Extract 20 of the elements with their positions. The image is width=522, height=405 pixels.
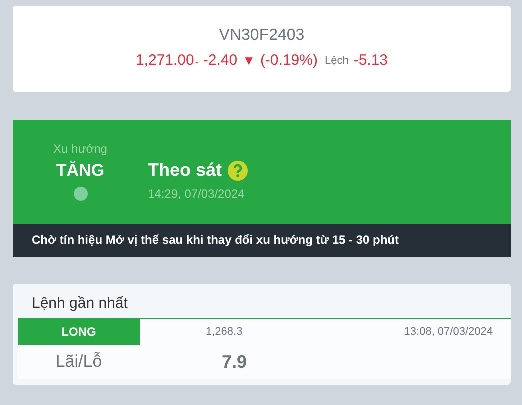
order-time: 13:08, 07/03/2024 bbox=[404, 326, 493, 338]
symbol-title: VN30F2403 bbox=[219, 27, 305, 45]
percent-value: (-0.19%) bbox=[260, 52, 318, 69]
status-time: 14:29, 07/03/2024 bbox=[148, 187, 246, 201]
section-title: Lệnh gần nhất bbox=[31, 294, 129, 314]
side-badge: LONG bbox=[18, 319, 140, 345]
trend-value: TĂNG bbox=[56, 161, 105, 181]
basis-label: Lệch bbox=[324, 54, 349, 66]
price-value: 1,271.00- bbox=[136, 52, 198, 69]
change-value: -2.40 bbox=[203, 52, 238, 69]
basis-value: -5.13 bbox=[354, 52, 388, 69]
trend-label: Xu hướng bbox=[54, 142, 108, 156]
pnl-value: 7.9 bbox=[222, 352, 248, 372]
help-icon[interactable] bbox=[228, 160, 248, 180]
down-triangle-icon: ▼ bbox=[242, 53, 256, 68]
pnl-label: Lãi/Lỗ bbox=[54, 352, 104, 372]
order-price: 1,268.3 bbox=[206, 326, 243, 338]
status-dot bbox=[74, 187, 88, 201]
notice-bar: Chờ tín hiệu Mở vị thế sau khi thay đổi xu hướng từ 15 - 30 phút bbox=[13, 224, 511, 257]
status-text: Theo sát bbox=[148, 160, 222, 181]
